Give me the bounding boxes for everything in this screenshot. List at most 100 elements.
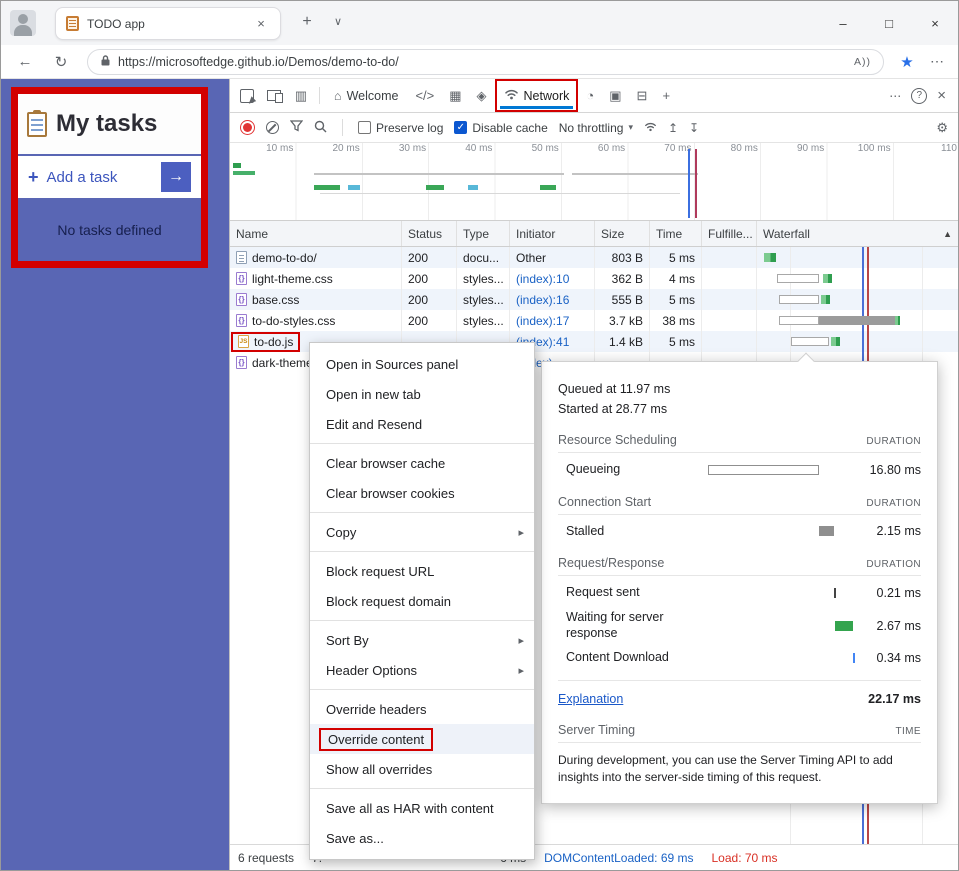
explanation-link[interactable]: Explanation [558, 692, 623, 706]
panel-layout-icon[interactable]: ▥ [288, 88, 314, 104]
menu-item-open-in-sources[interactable]: Open in Sources panel [310, 349, 534, 379]
read-aloud-icon[interactable]: A)) [854, 56, 871, 68]
waterfall-cell [757, 331, 958, 352]
tab-dropdown-icon[interactable]: ∨ [329, 15, 347, 28]
devtools-more-icon[interactable]: ⋯ [889, 89, 901, 103]
tab-close-icon[interactable]: × [252, 16, 270, 31]
column-initiator[interactable]: Initiator [510, 221, 595, 246]
menu-item-show-all-overrides[interactable]: Show all overrides [310, 754, 534, 784]
timing-label: Queueing [558, 462, 708, 478]
tab-console[interactable]: ▦ [442, 79, 468, 112]
menu-item-override-headers[interactable]: Override headers [310, 694, 534, 724]
table-row[interactable]: base.css 200 styles... (index):16 555 B … [230, 289, 958, 310]
menu-item-block-request-url[interactable]: Block request URL [310, 556, 534, 586]
throttling-select[interactable]: No throttling ▾ [559, 121, 633, 135]
help-icon[interactable]: ? [911, 88, 927, 104]
add-panel-button[interactable]: + [655, 79, 677, 112]
timing-label: Waiting for server response [558, 610, 708, 641]
disable-cache-toggle[interactable]: ✓ Disable cache [454, 121, 547, 135]
close-button[interactable]: × [912, 1, 958, 45]
refresh-icon[interactable]: ↻ [43, 53, 79, 71]
tab-performance[interactable]: ◔ [579, 79, 601, 112]
import-har-icon[interactable]: ↥ [668, 121, 678, 135]
house-icon: ⌂ [334, 89, 342, 103]
inspect-icon[interactable] [240, 89, 254, 103]
request-initiator[interactable]: (index):10 [510, 268, 595, 289]
request-initiator[interactable]: (index):17 [510, 310, 595, 331]
url-field[interactable]: https://microsoftedge.github.io/Demos/de… [87, 49, 884, 75]
waterfall-cell [757, 289, 958, 310]
search-icon[interactable] [314, 120, 327, 136]
table-row[interactable]: demo-to-do/ 200 docu... Other 803 B 5 ms [230, 247, 958, 268]
highlight-box-to-do-js: to-do.js [231, 332, 300, 352]
disable-cache-checkbox[interactable]: ✓ [454, 121, 467, 134]
tab-sources[interactable]: </> [408, 79, 441, 112]
export-har-icon[interactable]: ↧ [689, 121, 699, 135]
add-task-label[interactable]: Add a task [47, 169, 118, 186]
browser-tab[interactable]: TODO app × [55, 7, 281, 40]
timing-row-waiting: Waiting for server response 2.67 ms [558, 610, 921, 641]
network-settings-gear-icon[interactable]: ⚙ [936, 120, 948, 136]
waterfall-bar [779, 316, 819, 325]
menu-item-clear-browser-cookies[interactable]: Clear browser cookies [310, 478, 534, 508]
add-task-row[interactable]: + Add a task → [18, 156, 201, 198]
menu-item-override-content[interactable]: Override content [310, 724, 534, 754]
menu-item-copy[interactable]: Copy [310, 517, 534, 547]
timing-value: 2.15 ms [855, 524, 921, 538]
column-time[interactable]: Time [650, 221, 702, 246]
timeline-ruler: 10 ms 20 ms 30 ms 40 ms 50 ms 60 ms 70 m… [230, 143, 958, 157]
column-name[interactable]: Name [230, 221, 402, 246]
network-overview[interactable]: 10 ms 20 ms 30 ms 40 ms 50 ms 60 ms 70 m… [230, 143, 958, 221]
tab-network[interactable]: Network [495, 79, 579, 112]
request-fulfilled [702, 268, 757, 289]
device-toolbar-icon[interactable] [267, 90, 281, 101]
tab-application[interactable]: ⊟ [630, 79, 655, 112]
tab-memory[interactable]: ▣ [602, 79, 628, 112]
ruler-tick: 30 ms [363, 143, 429, 157]
menu-item-clear-browser-cache[interactable]: Clear browser cache [310, 448, 534, 478]
menu-item-header-options[interactable]: Header Options [310, 655, 534, 685]
profile-avatar[interactable] [10, 10, 36, 36]
menu-item-save-as[interactable]: Save as... [310, 823, 534, 853]
back-icon[interactable]: ← [7, 53, 43, 70]
preserve-log-toggle[interactable]: Preserve log [358, 121, 443, 135]
column-status[interactable]: Status [402, 221, 457, 246]
table-row[interactable]: light-theme.css 200 styles... (index):10… [230, 268, 958, 289]
todo-app-page: My tasks + Add a task → No tasks defined [1, 79, 229, 870]
record-icon[interactable] [243, 123, 252, 132]
menu-item-save-all-har[interactable]: Save all as HAR with content [310, 793, 534, 823]
column-fulfilled[interactable]: Fulfille... [702, 221, 757, 246]
devtools-close-icon[interactable]: × [937, 87, 946, 104]
css-file-icon [236, 356, 247, 369]
timing-total-row: Explanation 22.17 ms [558, 680, 921, 706]
waterfall-bar [791, 337, 829, 346]
section-title: Server Timing [558, 723, 635, 737]
table-row[interactable]: to-do-styles.css 200 styles... (index):1… [230, 310, 958, 331]
tab-debugger[interactable]: ◈ [470, 79, 494, 112]
minimize-button[interactable]: – [820, 1, 866, 45]
memory-icon: ▣ [609, 88, 621, 104]
menu-item-block-request-domain[interactable]: Block request domain [310, 586, 534, 616]
ruler-tick: 40 ms [429, 143, 495, 157]
column-type[interactable]: Type [457, 221, 510, 246]
menu-item-open-in-new-tab[interactable]: Open in new tab [310, 379, 534, 409]
new-tab-button[interactable]: + [296, 13, 318, 31]
network-conditions-icon[interactable] [644, 121, 657, 135]
add-task-button[interactable]: → [161, 162, 191, 192]
maximize-button[interactable]: □ [866, 1, 912, 45]
preserve-log-checkbox[interactable] [358, 121, 371, 134]
menu-item-sort-by[interactable]: Sort By [310, 625, 534, 655]
tab-welcome[interactable]: ⌂ Welcome [325, 79, 407, 112]
filter-icon[interactable] [290, 120, 303, 135]
request-name: to-do-styles.css [252, 314, 335, 328]
browser-menu-icon[interactable]: ⋯ [922, 53, 952, 70]
request-initiator[interactable]: (index):16 [510, 289, 595, 310]
clear-icon[interactable] [266, 121, 279, 134]
window-controls: – □ × [820, 1, 958, 45]
column-size[interactable]: Size [595, 221, 650, 246]
started-at: Started at 28.77 ms [558, 402, 921, 416]
waterfall-bar [764, 253, 776, 262]
column-waterfall[interactable]: Waterfall ▲ [757, 221, 958, 246]
menu-item-edit-and-resend[interactable]: Edit and Resend [310, 409, 534, 439]
favorite-star-icon[interactable]: ★ [892, 53, 922, 71]
